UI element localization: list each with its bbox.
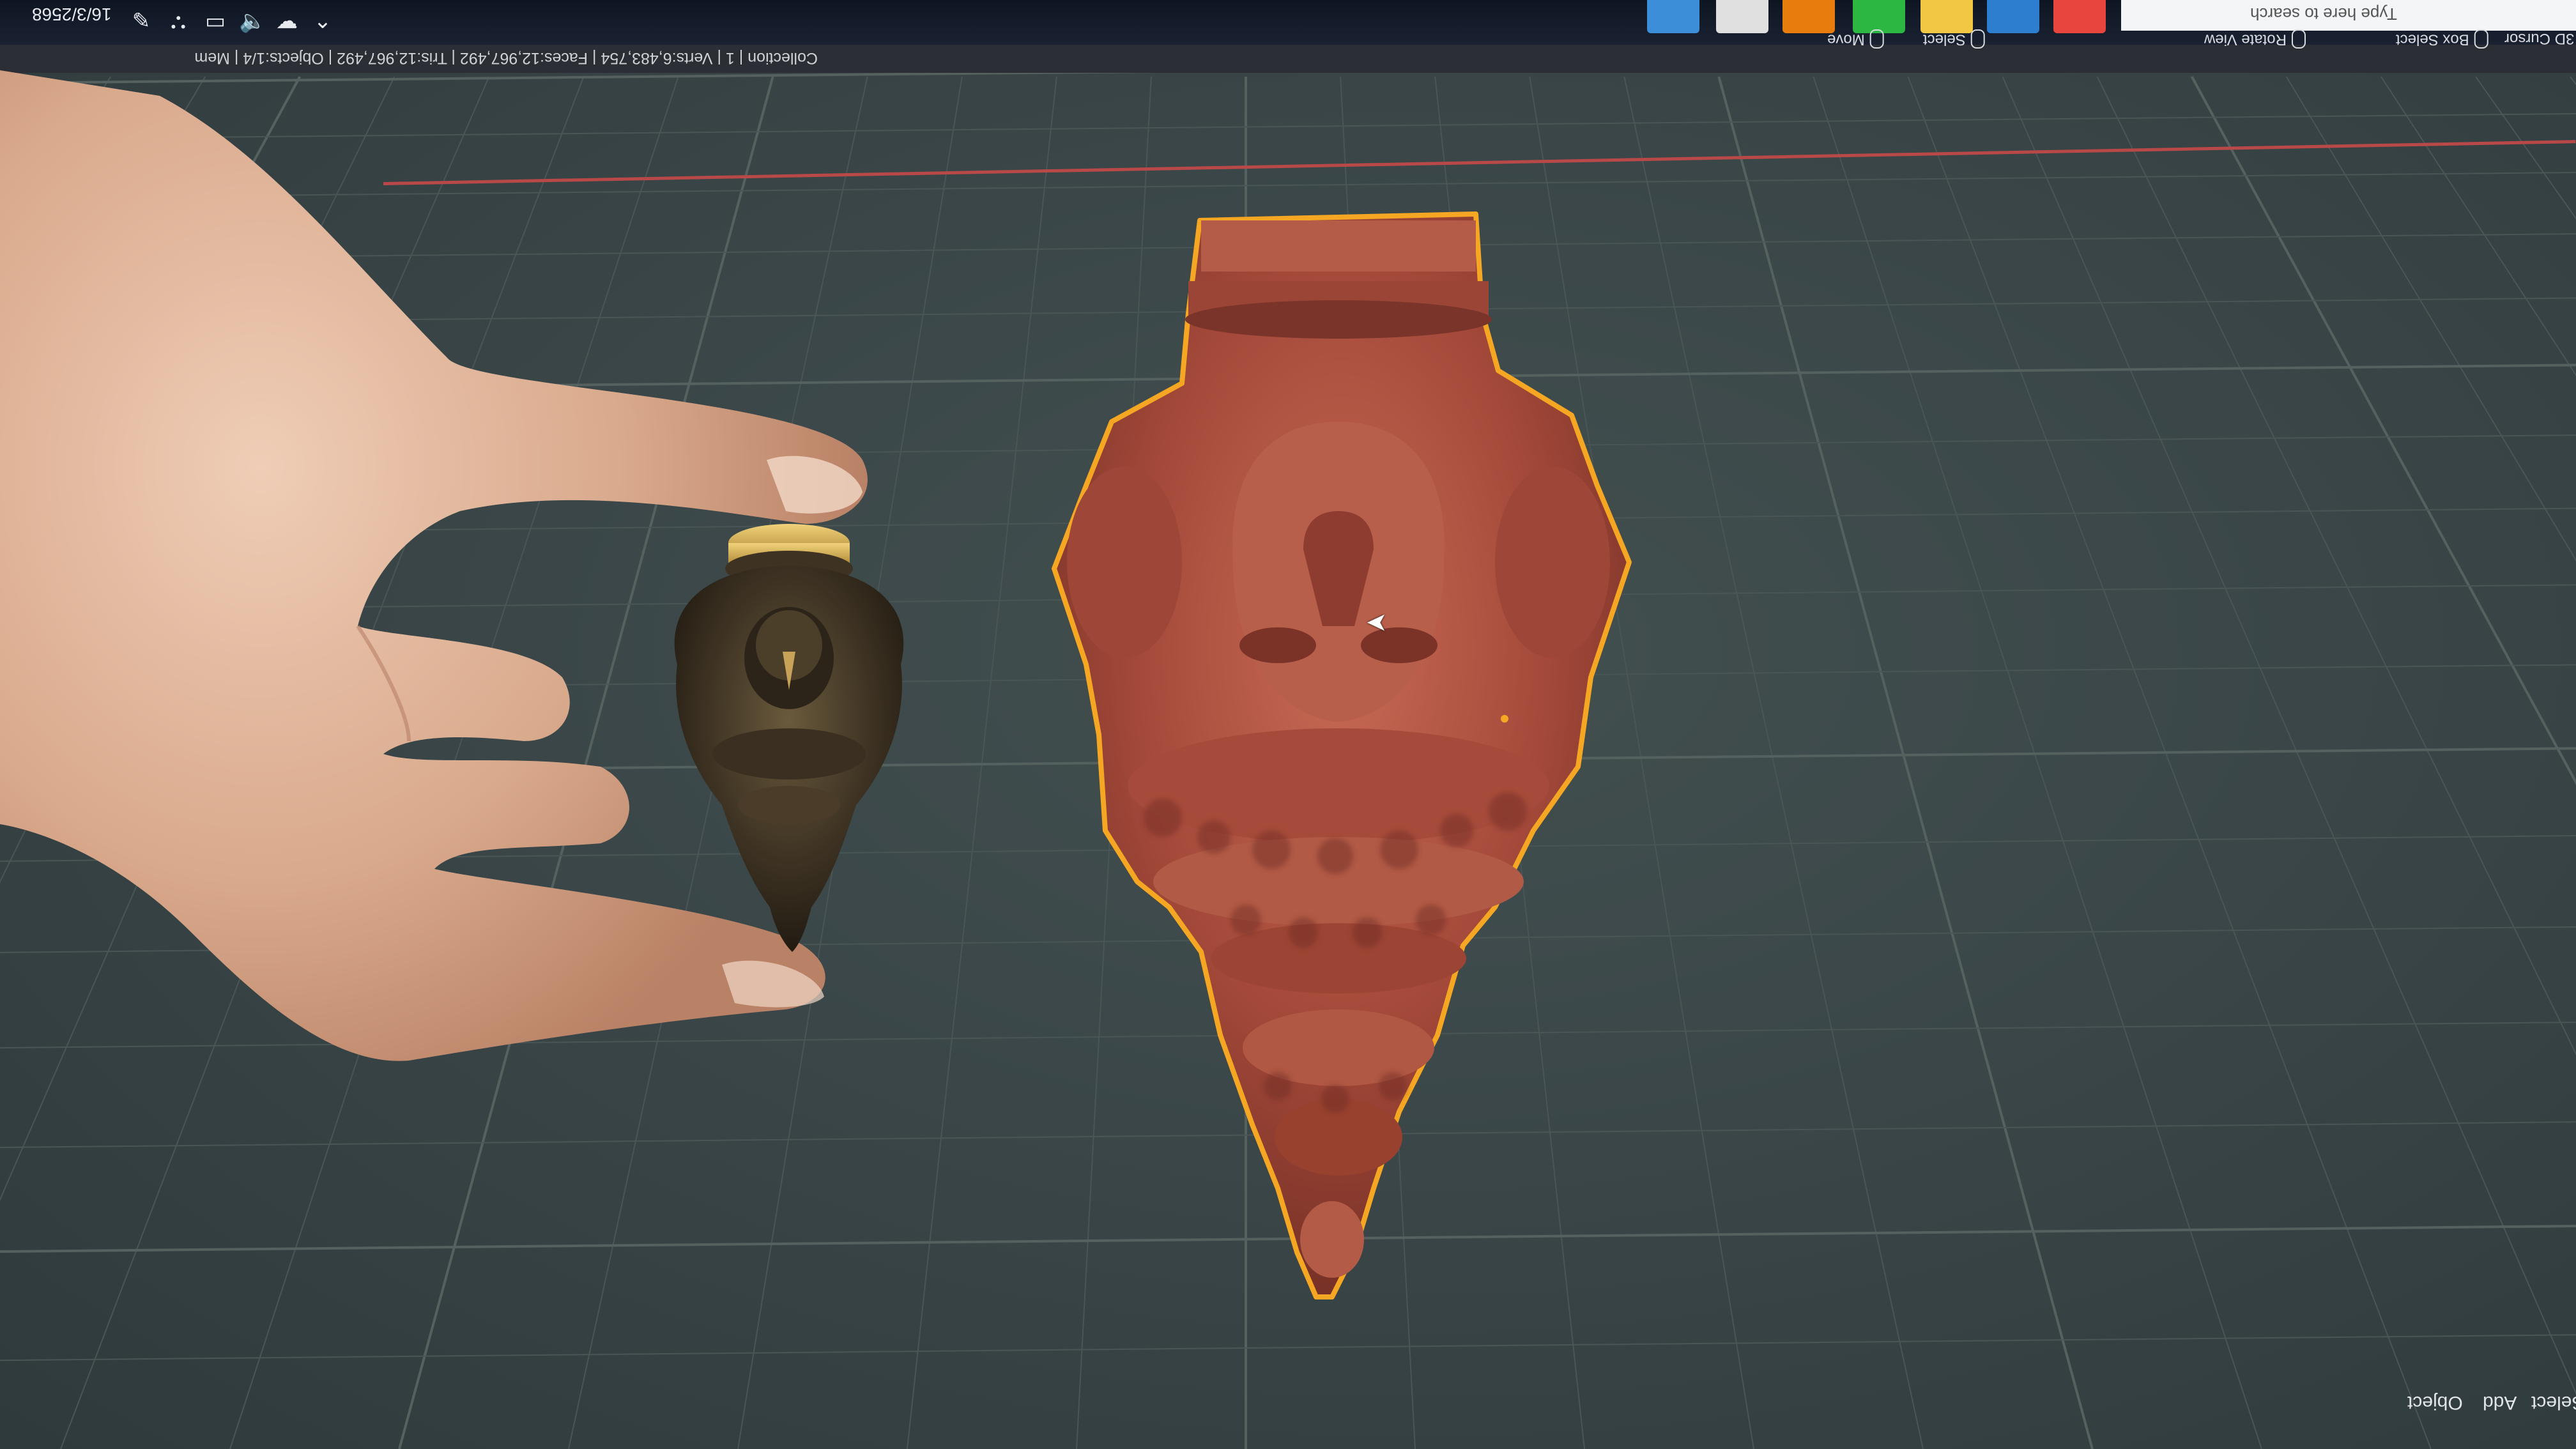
mouse-cursor-icon: ➤ <box>1366 609 1388 637</box>
scene <box>0 70 1632 1300</box>
blender-viewport-photo: 16/3/2568 ✎ ⛬ ▭ 🔈 ☁ ⌄ Type here to searc… <box>0 0 2576 1449</box>
sculpt-model[interactable] <box>1052 211 1632 1300</box>
bronze-amulet <box>674 524 904 952</box>
